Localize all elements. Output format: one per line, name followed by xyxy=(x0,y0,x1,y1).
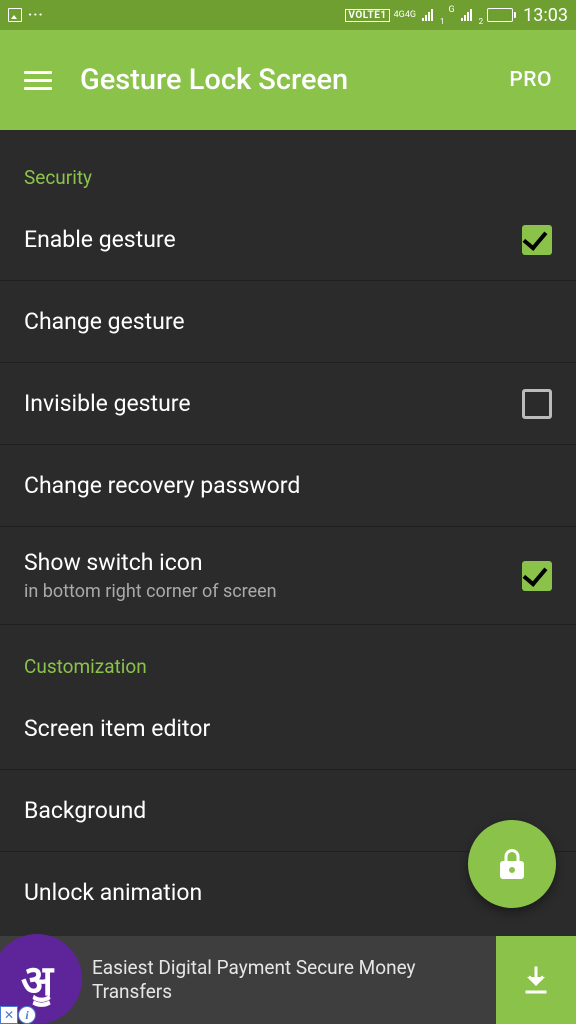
settings-content: Security Enable gesture Change gesture I… xyxy=(0,130,576,1024)
download-icon xyxy=(518,962,554,998)
clock-label: 13:03 xyxy=(523,5,568,26)
more-notifications-icon: ··· xyxy=(28,7,44,23)
sim1-label: 1 xyxy=(440,17,445,26)
item-sublabel: in bottom right corner of screen xyxy=(24,581,522,603)
item-screen-item-editor[interactable]: Screen item editor xyxy=(0,688,576,770)
fab-lock-button[interactable] xyxy=(468,820,556,908)
checkbox-show-switch-icon[interactable] xyxy=(522,561,552,591)
item-label: Enable gesture xyxy=(24,226,522,254)
item-label: Change gesture xyxy=(24,308,552,336)
signal-sim2-icon xyxy=(461,9,472,21)
item-enable-gesture[interactable]: Enable gesture xyxy=(0,199,576,281)
ad-banner[interactable]: Easiest Digital Payment Secure Money Tra… xyxy=(0,936,576,1024)
image-icon xyxy=(8,8,22,22)
item-label: Show switch icon xyxy=(24,549,522,577)
app-bar: Gesture Lock Screen PRO xyxy=(0,30,576,130)
item-label: Screen item editor xyxy=(24,715,552,743)
app-title: Gesture Lock Screen xyxy=(80,63,481,97)
network-type-label: 4G4G xyxy=(394,11,416,20)
section-header-security: Security xyxy=(0,130,576,199)
lock-icon xyxy=(494,846,530,882)
checkbox-invisible-gesture[interactable] xyxy=(522,389,552,419)
checkbox-enable-gesture[interactable] xyxy=(522,225,552,255)
status-left: ··· xyxy=(8,7,44,23)
volte-badge: VOLTE1 xyxy=(345,9,389,22)
network-g-label: G xyxy=(449,5,455,15)
item-change-gesture[interactable]: Change gesture xyxy=(0,281,576,363)
section-header-customization: Customization xyxy=(0,625,576,688)
signal-sim1-icon xyxy=(422,9,433,21)
item-label: Change recovery password xyxy=(24,472,552,500)
pro-button[interactable]: PRO xyxy=(509,68,552,92)
ad-download-button[interactable] xyxy=(496,936,576,1024)
sim2-label: 2 xyxy=(479,17,484,26)
ad-info-button[interactable]: i xyxy=(18,1006,36,1024)
status-right: VOLTE1 4G4G 1 G 2 13:03 xyxy=(345,5,568,26)
item-invisible-gesture[interactable]: Invisible gesture xyxy=(0,363,576,445)
item-label: Background xyxy=(24,797,552,825)
battery-icon xyxy=(487,8,513,22)
ad-controls: ✕ i xyxy=(0,1006,36,1024)
item-label: Invisible gesture xyxy=(24,390,522,418)
status-bar: ··· VOLTE1 4G4G 1 G 2 13:03 xyxy=(0,0,576,30)
ad-close-button[interactable]: ✕ xyxy=(0,1006,18,1024)
item-change-recovery-password[interactable]: Change recovery password xyxy=(0,445,576,527)
hamburger-menu-icon[interactable] xyxy=(24,71,52,90)
item-show-switch-icon[interactable]: Show switch icon in bottom right corner … xyxy=(0,527,576,625)
